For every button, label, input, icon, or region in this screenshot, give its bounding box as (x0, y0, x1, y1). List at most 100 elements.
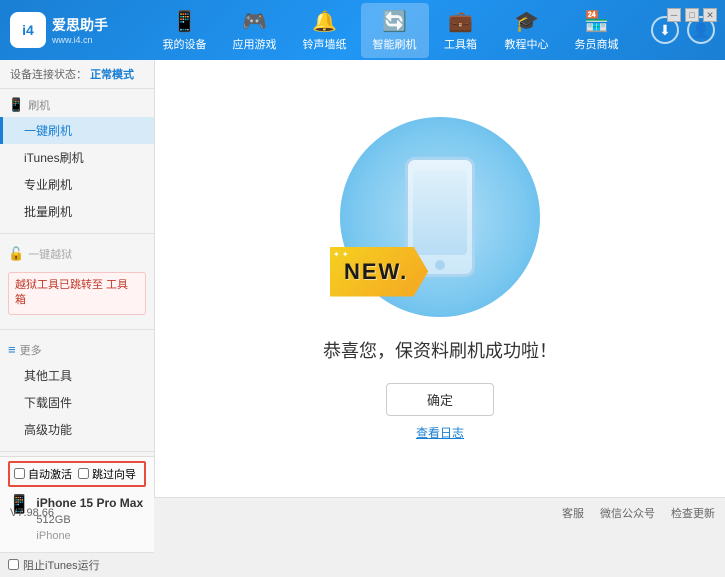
nav-bar: 📱 我的设备 🎮 应用游戏 🔔 铃声墙纸 🔄 智能刷机 💼 工具箱 🎓 教程中心… (130, 3, 651, 58)
sidebar-divider-3 (0, 451, 154, 452)
check-update-link[interactable]: 检查更新 (671, 505, 715, 521)
success-text-content: 恭喜您，保资料刷机成功啦！ (323, 341, 557, 361)
sparkle-1: ✦ (360, 132, 372, 149)
close-button[interactable]: ✕ (703, 8, 717, 22)
advanced-label: 高级功能 (24, 423, 72, 437)
nav-ringtone[interactable]: 🔔 铃声墙纸 (291, 3, 359, 58)
window-controls: ─ □ ✕ (667, 8, 717, 22)
confirm-button[interactable]: 确定 (386, 383, 494, 416)
status-links: 客服 微信公众号 检查更新 (562, 505, 715, 521)
auto-activate-input[interactable] (14, 468, 25, 479)
nav-my-device[interactable]: 📱 我的设备 (151, 3, 219, 58)
nav-tutorial[interactable]: 🎓 教程中心 (493, 3, 561, 58)
stop-itunes-label: 阻止iTunes运行 (23, 557, 100, 573)
auto-activate-checkbox[interactable]: 自动激活 (14, 466, 72, 482)
sidebar-item-batch-flash[interactable]: 批量刷机 (0, 198, 154, 225)
new-badge-text: NEW. (344, 259, 408, 285)
status-version: V7.98.66 (10, 507, 54, 519)
jailbreak-section: 🔓 一键越狱 越狱工具已跳转至 工具箱 (0, 238, 154, 325)
stop-itunes-checkbox[interactable] (8, 559, 19, 570)
sidebar-divider-1 (0, 233, 154, 234)
download-firmware-label: 下载固件 (24, 396, 72, 410)
guide-checkbox[interactable]: 跳过向导 (78, 466, 136, 482)
nav-app-label: 应用游戏 (233, 36, 277, 52)
sidebar-item-download-firmware[interactable]: 下载固件 (0, 389, 154, 416)
nav-flash-icon: 🔄 (382, 9, 407, 34)
success-message: 恭喜您，保资料刷机成功啦！ (323, 337, 557, 363)
stop-itunes[interactable]: 阻止iTunes运行 (0, 552, 154, 577)
jailbreak-section-header: 🔓 一键越狱 (0, 242, 154, 266)
nav-flash-label: 智能刷机 (373, 36, 417, 52)
sidebar-status: 设备连接状态： 正常模式 (0, 60, 154, 89)
device-type: iPhone (36, 528, 143, 545)
logo-main-text: 爱思助手 (52, 15, 108, 35)
sidebar-item-itunes-flash[interactable]: iTunes刷机 (0, 144, 154, 171)
sparkle-2: ✦ (503, 127, 515, 144)
pro-flash-label: 专业刷机 (24, 178, 72, 192)
jailbreak-section-label: 一键越狱 (28, 246, 72, 262)
more-section: ≡ 更多 其他工具 下载固件 高级功能 (0, 334, 154, 447)
flash-section-header: 📱 刷机 (0, 93, 154, 117)
nav-smart-flash[interactable]: 🔄 智能刷机 (361, 3, 429, 58)
content-area: ✦ ✦ ✦ ✦ ✦ NEW. 恭喜您，保资料刷机成功啦！ 确定 查看日志 (155, 60, 725, 497)
more-section-icon: ≡ (8, 342, 16, 357)
nav-app-icon: 🎮 (242, 9, 267, 34)
batch-flash-label: 批量刷机 (24, 205, 72, 219)
new-ribbon: ✦ ✦ NEW. (330, 247, 428, 297)
guide-input[interactable] (78, 468, 89, 479)
logo-sub-text: www.i4.cn (52, 35, 108, 45)
nav-device-label: 我的设备 (163, 36, 207, 52)
nav-device-icon: 📱 (172, 9, 197, 34)
more-section-label: 更多 (20, 342, 42, 358)
phone-illustration: ✦ ✦ ✦ ✦ ✦ NEW. (340, 117, 540, 317)
more-section-header: ≡ 更多 (0, 338, 154, 362)
phone-home-button (435, 260, 445, 270)
nav-tools-icon: 💼 (448, 9, 473, 34)
guide-label: 跳过向导 (92, 466, 136, 482)
jailbreak-notice: 越狱工具已跳转至 工具箱 (8, 272, 146, 315)
flash-section-icon: 📱 (8, 97, 24, 113)
header: i4 爱思助手 www.i4.cn 📱 我的设备 🎮 应用游戏 🔔 铃声墙纸 🔄… (0, 0, 725, 60)
sidebar-item-other-tools[interactable]: 其他工具 (0, 362, 154, 389)
logo-text: 爱思助手 www.i4.cn (52, 15, 108, 45)
device-panel: 自动激活 跳过向导 📱 iPhone 15 Pro Max 512GB iPho… (0, 456, 154, 552)
jailbreak-notice-text: 越狱工具已跳转至 工具箱 (15, 279, 128, 306)
sidebar-item-advanced[interactable]: 高级功能 (0, 416, 154, 443)
sidebar-item-one-key-flash[interactable]: 一键刷机 (0, 117, 154, 144)
itunes-flash-label: iTunes刷机 (24, 151, 84, 165)
sidebar-divider-2 (0, 329, 154, 330)
nav-tools-label: 工具箱 (444, 36, 477, 52)
sidebar: 设备连接状态： 正常模式 📱 刷机 一键刷机 iTunes刷机 专业刷机 批量刷… (0, 60, 155, 497)
one-key-flash-label: 一键刷机 (24, 124, 72, 138)
nav-ringtone-icon: 🔔 (312, 9, 337, 34)
nav-tutorial-label: 教程中心 (505, 36, 549, 52)
nav-business-label: 务员商城 (575, 36, 619, 52)
new-stars-decoration: ✦ ✦ (333, 250, 349, 259)
nav-business-icon: 🏪 (584, 9, 609, 34)
maximize-button[interactable]: □ (685, 8, 699, 22)
flash-section: 📱 刷机 一键刷机 iTunes刷机 专业刷机 批量刷机 (0, 89, 154, 229)
nav-tutorial-icon: 🎓 (514, 9, 539, 34)
logo-icon: i4 (10, 12, 46, 48)
customer-service-link[interactable]: 客服 (562, 505, 584, 521)
sidebar-item-pro-flash[interactable]: 专业刷机 (0, 171, 154, 198)
auto-activate-label: 自动激活 (28, 466, 72, 482)
status-value: 正常模式 (90, 69, 134, 81)
phone-screen (413, 170, 467, 255)
main-layout: 设备连接状态： 正常模式 📱 刷机 一键刷机 iTunes刷机 专业刷机 批量刷… (0, 60, 725, 497)
wechat-link[interactable]: 微信公众号 (600, 505, 655, 521)
flash-section-label: 刷机 (28, 97, 50, 113)
device-info: 📱 iPhone 15 Pro Max 512GB iPhone (8, 491, 146, 548)
jailbreak-section-icon: 🔓 (8, 246, 24, 262)
logo: i4 爱思助手 www.i4.cn (10, 12, 130, 48)
nav-ringtone-label: 铃声墙纸 (303, 36, 347, 52)
other-tools-label: 其他工具 (24, 369, 72, 383)
minimize-button[interactable]: ─ (667, 8, 681, 22)
nav-tools[interactable]: 💼 工具箱 (431, 3, 491, 58)
nav-business[interactable]: 🏪 务员商城 (563, 3, 631, 58)
device-checkboxes: 自动激活 跳过向导 (8, 461, 146, 487)
device-details: iPhone 15 Pro Max 512GB iPhone (36, 494, 143, 545)
logo-symbol: i4 (22, 22, 34, 38)
nav-app-games[interactable]: 🎮 应用游戏 (221, 3, 289, 58)
view-log-button[interactable]: 查看日志 (416, 424, 464, 441)
